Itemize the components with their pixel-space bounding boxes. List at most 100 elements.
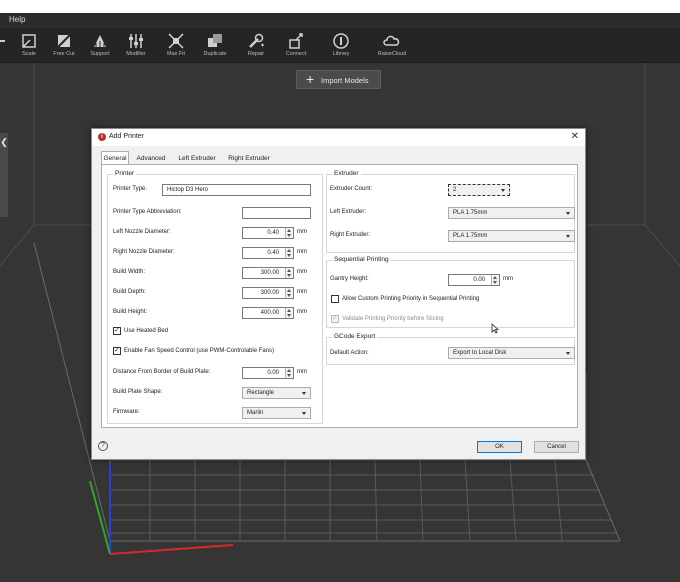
tool-scale[interactable]: Scale	[9, 30, 49, 62]
right-nozzle-spinbox[interactable]: 0.40	[242, 247, 294, 259]
plate-shape-label: Build Plate Shape:	[113, 389, 163, 395]
validate-priority-label: Validate Printing Priority before Slicin…	[342, 316, 444, 322]
ok-button[interactable]: OK	[477, 441, 522, 453]
gcode-export-group: GCode Export Default Action: Export to L…	[326, 333, 575, 365]
import-models-button[interactable]: + Import Models	[296, 70, 381, 89]
tool-max-fit[interactable]: Max Fit	[156, 30, 196, 62]
heated-bed-label: Use Heated Bed	[124, 328, 169, 334]
spin-arrows-icon[interactable]	[285, 308, 293, 318]
build-width-spinbox[interactable]: 300.00	[242, 267, 294, 279]
spin-arrows-icon[interactable]	[491, 275, 499, 285]
tool-modifier[interactable]: Modifier	[116, 30, 156, 62]
application-window: Help Scale Free Cut Support Modifier Max…	[0, 0, 680, 582]
unit-label: mm	[297, 289, 307, 295]
right-nozzle-label: Right Nozzle Diameter:	[113, 249, 175, 255]
unit-label: mm	[297, 269, 307, 275]
connect-icon	[289, 33, 303, 49]
max-fit-icon	[168, 33, 184, 49]
collapse-icon[interactable]: ❮	[0, 137, 8, 147]
tool-free-cut[interactable]: Free Cut	[44, 30, 84, 62]
group-title: Extruder	[332, 170, 361, 177]
gantry-height-spinbox[interactable]: 0.00	[448, 274, 500, 286]
right-extruder-select[interactable]: PLA 1.75mm	[448, 230, 575, 242]
repair-icon	[249, 33, 264, 48]
help-icon[interactable]: ?	[98, 441, 108, 451]
left-nozzle-spinbox[interactable]: 0.40	[242, 227, 294, 239]
left-extruder-select[interactable]: PLA 1.75mm	[448, 207, 575, 219]
unit-label: mm	[297, 309, 307, 315]
build-height-label: Build Height:	[113, 309, 148, 315]
unit-label: mm	[297, 229, 307, 235]
move-icon	[0, 40, 5, 42]
raise3d-logo-icon: i	[98, 133, 106, 141]
printer-group: Printer Printer Type: Hictop D3 Hero Pri…	[107, 170, 323, 424]
group-title: GCode Export	[332, 333, 378, 340]
group-title: Printer	[113, 170, 137, 177]
spin-arrows-icon[interactable]	[285, 368, 293, 378]
default-action-label: Default Action:	[330, 350, 369, 356]
tool-repair[interactable]: Repair	[236, 30, 276, 62]
chevron-down-icon	[302, 412, 306, 415]
spin-arrows-icon[interactable]	[285, 288, 293, 298]
extruder-group: Extruder Extruder Count: 2 Left Extruder…	[326, 170, 575, 253]
tool-raisecloud[interactable]: RaiseCloud	[372, 30, 412, 62]
x-axis	[109, 544, 234, 555]
chevron-down-icon	[566, 352, 570, 355]
unit-label: mm	[503, 276, 513, 282]
dialog-title: Add Printer	[109, 133, 145, 140]
extruder-count-label: Extruder Count:	[330, 186, 373, 192]
build-height-spinbox[interactable]: 400.00	[242, 307, 294, 319]
support-icon	[94, 35, 106, 47]
unit-label: mm	[297, 369, 307, 375]
fan-speed-label: Enable Fan Speed Control (use PWM-Contro…	[124, 348, 275, 354]
build-depth-label: Build Depth:	[113, 289, 146, 295]
chevron-down-icon	[566, 212, 570, 215]
y-axis	[89, 480, 111, 555]
menu-help[interactable]: Help	[9, 15, 25, 24]
abbreviation-input[interactable]	[242, 207, 311, 219]
free-cut-icon	[56, 33, 72, 49]
left-extruder-label: Left Extruder:	[330, 209, 367, 215]
tool-support[interactable]: Support	[80, 30, 120, 62]
cancel-button[interactable]: Cancel	[534, 441, 579, 453]
distance-spinbox[interactable]: 0.00	[242, 367, 294, 379]
extruder-count-select[interactable]: 2	[448, 184, 510, 196]
chevron-down-icon	[566, 235, 570, 238]
left-nozzle-label: Left Nozzle Diameter:	[113, 229, 171, 235]
printer-type-label: Printer Type:	[113, 186, 147, 192]
build-depth-spinbox[interactable]: 300.00	[242, 287, 294, 299]
custom-priority-checkbox[interactable]	[331, 295, 339, 303]
chevron-down-icon	[501, 189, 505, 192]
firmware-select[interactable]: Marlin	[242, 407, 311, 419]
cloud-icon	[383, 35, 400, 46]
tool-duplicate[interactable]: Duplicate	[195, 30, 235, 62]
spin-arrows-icon[interactable]	[285, 248, 293, 258]
spin-arrows-icon[interactable]	[285, 268, 293, 278]
add-printer-dialog: i Add Printer ✕ General Advanced Left Ex…	[91, 128, 586, 460]
general-tab-panel: Printer Printer Type: Hictop D3 Hero Pri…	[101, 164, 578, 428]
duplicate-icon	[208, 34, 222, 47]
fan-speed-checkbox[interactable]	[113, 346, 121, 355]
tool-library[interactable]: Library	[321, 30, 361, 62]
menu-bar: Help	[0, 13, 680, 28]
tab-general[interactable]: General	[101, 151, 129, 165]
chevron-down-icon	[302, 392, 306, 395]
library-icon	[333, 33, 349, 49]
build-width-label: Build Width:	[113, 269, 146, 275]
distance-label: Distance From Border of Build Plate:	[113, 369, 211, 375]
tool-connect[interactable]: Connect	[276, 30, 316, 62]
toolbar: Scale Free Cut Support Modifier Max Fit …	[0, 28, 680, 63]
plus-icon: +	[306, 71, 315, 87]
abbreviation-label: Printer Type Abbreviation:	[113, 209, 182, 215]
close-icon[interactable]: ✕	[571, 131, 579, 143]
spin-arrows-icon[interactable]	[285, 228, 293, 238]
heated-bed-checkbox[interactable]	[113, 326, 121, 335]
modifier-icon	[129, 34, 143, 48]
plate-shape-select[interactable]: Rectangle	[242, 387, 311, 399]
unit-label: mm	[297, 249, 307, 255]
gantry-height-label: Gantry Height:	[330, 276, 369, 282]
printer-type-input[interactable]: Hictop D3 Hero	[162, 184, 311, 196]
group-title: Sequential Printing	[332, 256, 391, 263]
default-action-select[interactable]: Export to Local Disk	[448, 347, 575, 359]
right-extruder-label: Right Extruder:	[330, 232, 371, 238]
